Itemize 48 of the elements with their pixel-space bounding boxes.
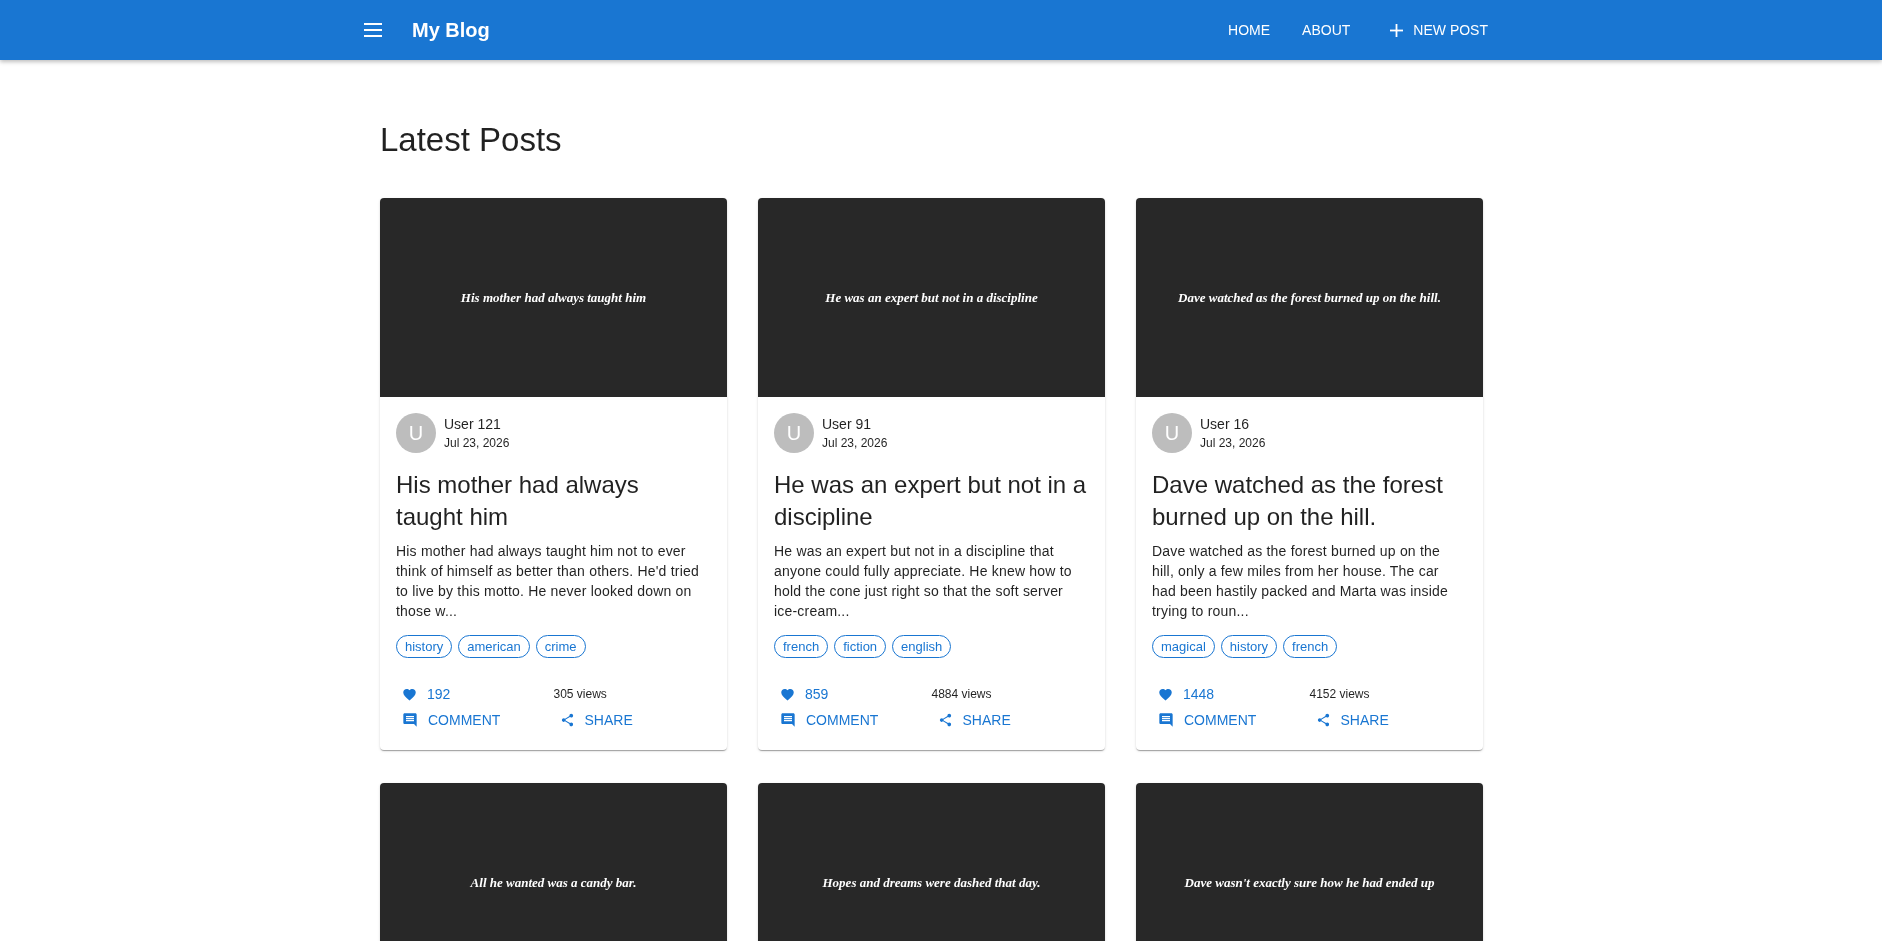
view-count: 305 views [553, 686, 608, 703]
heart-icon [1158, 687, 1173, 701]
post-excerpt: His mother had always taught him not to ever think of himself as better than others. He'd tried to live by this motto. He never looked down on those w... [396, 542, 700, 621]
heart-icon [402, 687, 417, 701]
cover-caption: His mother had always taught him [460, 289, 647, 306]
author-name: User 121 [444, 416, 502, 432]
comment-button[interactable]: COMMENT [396, 710, 507, 730]
post-date: Jul 23, 2026 [822, 436, 888, 450]
share-icon [559, 712, 575, 728]
like-button[interactable]: 192 [396, 684, 457, 704]
view-count: 4884 views [931, 686, 993, 703]
avatar: U [396, 413, 436, 453]
page-heading: Latest Posts [380, 120, 563, 160]
author-name: User 16 [1200, 416, 1251, 432]
heart-icon [780, 687, 795, 701]
new-post-button[interactable]: NEW POST [1374, 16, 1504, 44]
avatar: U [774, 413, 814, 453]
share-button[interactable]: SHARE [931, 710, 1017, 730]
cover-caption: Dave wasn't exactly sure how he had ended up [1184, 874, 1435, 891]
cover-caption: Dave watched as the forest burned up on the hill. [1178, 289, 1441, 306]
post-title: Dave watched as the forest burned up on the hill. [1152, 470, 1444, 532]
share-icon [1315, 712, 1331, 728]
comment-icon [402, 712, 418, 728]
plus-icon [1390, 23, 1404, 37]
comment-icon [780, 712, 796, 728]
like-button[interactable]: 859 [774, 684, 835, 704]
comment-button[interactable]: COMMENT [1152, 710, 1263, 730]
view-count: 4152 views [1309, 686, 1371, 703]
comment-button[interactable]: COMMENT [774, 710, 885, 730]
like-button[interactable]: 1448 [1152, 684, 1221, 704]
author-name: User 91 [822, 416, 873, 432]
post-excerpt: Dave watched as the forest burned up on the hill, only a few miles from her house. The car had been hastily packed and Marta was inside trying to roun... [1152, 542, 1449, 621]
nav-link[interactable]: ABOUT [1286, 16, 1367, 44]
blog-title[interactable]: My Blog [412, 18, 490, 42]
share-button[interactable]: SHARE [1309, 710, 1395, 730]
post-title: His mother had always taught him [396, 470, 640, 532]
post-title: He was an expert but not in a discipline [774, 470, 1088, 532]
post-excerpt: He was an expert but not in a discipline that anyone could fully appreciate. He knew how to hold the cone just right so that the soft server ice-cream... [774, 542, 1073, 621]
post-date: Jul 23, 2026 [1200, 436, 1266, 450]
nav-link[interactable]: HOME [1212, 16, 1287, 44]
avatar: U [1152, 413, 1192, 453]
share-button[interactable]: SHARE [553, 710, 639, 730]
post-date: Jul 23, 2026 [444, 436, 510, 450]
share-icon [937, 712, 953, 728]
cover-caption: He was an expert but not in a discipline [825, 289, 1038, 306]
comment-icon [1158, 712, 1174, 728]
cover-caption: All he wanted was a candy bar. [470, 874, 637, 891]
cover-caption: Hopes and dreams were dashed that day. [822, 874, 1041, 891]
